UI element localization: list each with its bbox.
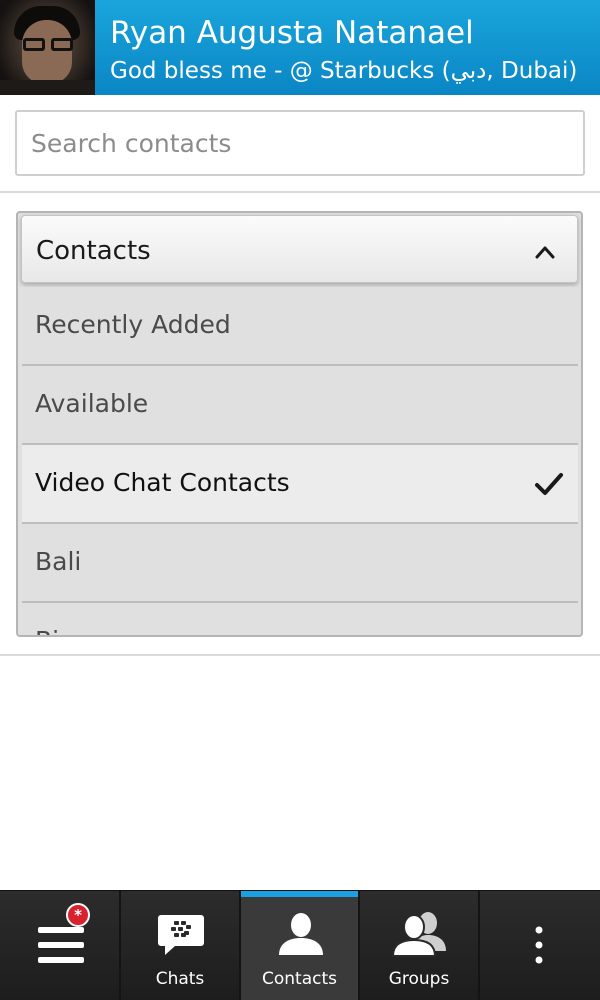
tab-groups[interactable]: Groups (360, 891, 480, 1000)
option-label: Bali (35, 547, 82, 576)
tab-chats[interactable]: Chats (121, 891, 241, 1000)
chevron-up-icon (535, 246, 555, 259)
dropdown-option-available[interactable]: Available (22, 366, 578, 445)
dropdown-option-partial[interactable]: Bi (22, 603, 578, 635)
dropdown-label: Contacts (36, 236, 151, 266)
tab-label: Groups (388, 969, 450, 989)
tab-label: Chats (155, 969, 205, 989)
tab-label: Contacts (262, 969, 337, 989)
avatar-face (22, 20, 72, 84)
option-label: Available (35, 389, 149, 418)
checkmark-icon (535, 473, 563, 495)
profile-status[interactable]: God bless me - @ Starbucks (دبي, Dubai) (110, 56, 577, 86)
divider (0, 654, 600, 656)
dropdown-header[interactable]: Contacts (21, 215, 578, 283)
avatar-shirt (0, 80, 95, 95)
dropdown-options: Recently Added Available Video Chat Cont… (22, 287, 578, 635)
groups-icon (392, 912, 446, 957)
dropdown-option-bali[interactable]: Bali (22, 524, 578, 603)
menu-button[interactable]: * (0, 891, 121, 1000)
hamburger-menu-icon (38, 927, 84, 963)
overflow-menu-button[interactable] (480, 891, 600, 1000)
profile-header[interactable]: Ryan Augusta Natanael God bless me - @ S… (0, 0, 600, 95)
bbm-chat-icon (158, 915, 204, 955)
contact-person-icon (279, 913, 323, 955)
notification-badge: * (66, 903, 90, 927)
option-label: Video Chat Contacts (35, 468, 290, 497)
option-label: Recently Added (35, 310, 231, 339)
tab-contacts[interactable]: Contacts (241, 891, 360, 1000)
avatar[interactable] (0, 0, 95, 95)
contacts-filter-dropdown: Contacts Recently Added Available Video … (16, 211, 583, 637)
dropdown-option-recently-added[interactable]: Recently Added (22, 287, 578, 366)
more-vertical-icon (535, 926, 543, 964)
bottom-action-bar: * Chats Contacts Groups (0, 890, 600, 1000)
avatar-glasses (21, 38, 75, 52)
dropdown-option-video-chat-contacts[interactable]: Video Chat Contacts (22, 445, 578, 524)
profile-name: Ryan Augusta Natanael (110, 15, 474, 51)
search-input[interactable] (15, 110, 585, 176)
option-label: Bi (35, 625, 59, 635)
search-bar (0, 95, 600, 193)
